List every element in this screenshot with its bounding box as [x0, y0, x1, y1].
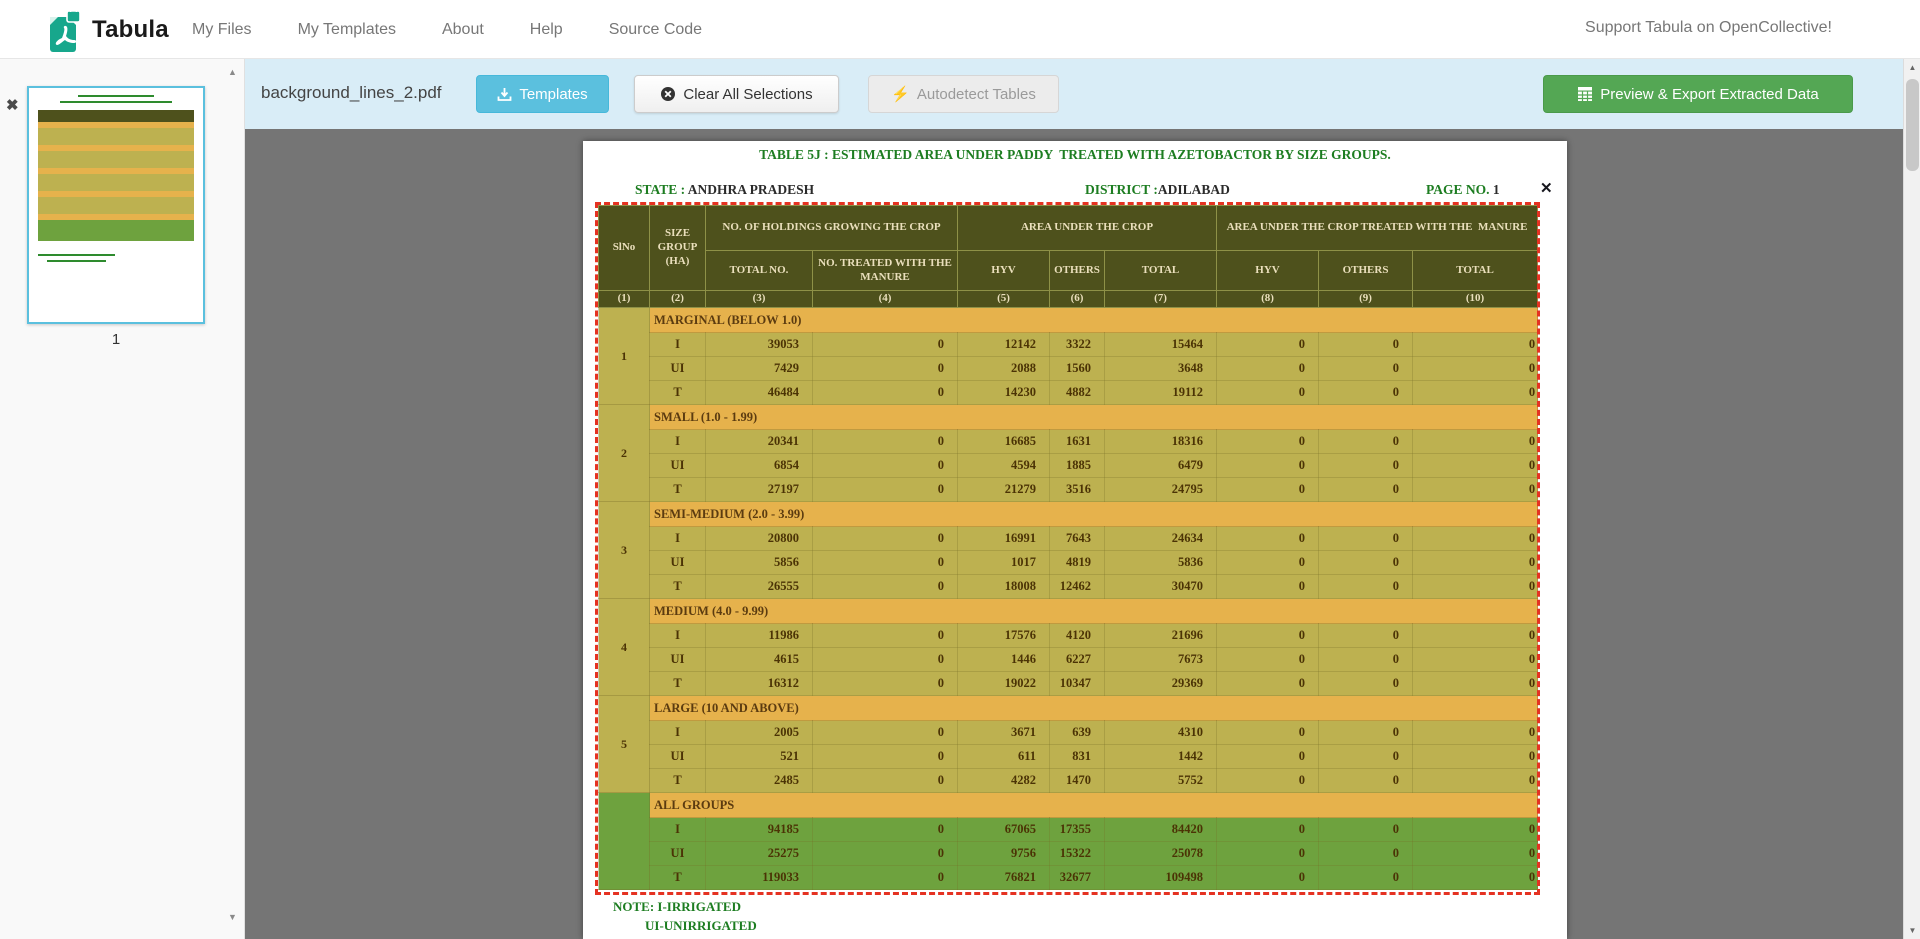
selection-close-icon[interactable]: ✕	[1540, 179, 1553, 198]
note-line-1: NOTE: I-IRRIGATED	[613, 899, 757, 915]
district-field: DISTRICT :ADILABAD	[1085, 182, 1230, 198]
clear-button-label: Clear All Selections	[683, 86, 812, 103]
nav-item-my-templates[interactable]: My Templates	[298, 21, 396, 39]
nav-item-my-files[interactable]: My Files	[192, 21, 252, 39]
page-number-field: PAGE NO. 1	[1426, 182, 1500, 198]
thumbnail-title-line	[78, 95, 155, 97]
thumbnail-table-preview	[38, 110, 194, 244]
nav-item-source-code[interactable]: Source Code	[609, 21, 702, 39]
pdf-table-title: TABLE 5J : ESTIMATED AREA UNDER PADDY TR…	[583, 147, 1567, 163]
nav-item-help[interactable]: Help	[530, 21, 563, 39]
table-selection-overlay[interactable]	[595, 202, 1540, 895]
state-field: STATE : ANDHRA PRADESH	[635, 182, 814, 198]
thumbnail-note-line	[47, 260, 106, 262]
toolbar: background_lines_2.pdf Templates Clear A…	[245, 59, 1903, 129]
templates-button[interactable]: Templates	[476, 75, 609, 113]
pdf-page[interactable]: TABLE 5J : ESTIMATED AREA UNDER PADDY TR…	[583, 141, 1567, 939]
page-thumbnail[interactable]	[27, 86, 205, 324]
brand-title[interactable]: Tabula	[92, 16, 169, 44]
export-button-label: Preview & Export Extracted Data	[1600, 86, 1818, 103]
tabula-logo-icon	[44, 7, 82, 53]
brand[interactable]: Tabula	[44, 7, 169, 53]
nav-item-about[interactable]: About	[442, 21, 484, 39]
clear-circle-x-icon	[660, 86, 676, 102]
table-grid-icon	[1577, 86, 1593, 102]
scroll-down-icon[interactable]: ▼	[1904, 922, 1920, 939]
thumbnail-subtitle-line	[60, 101, 171, 103]
preview-export-button[interactable]: Preview & Export Extracted Data	[1543, 75, 1853, 113]
thumbnail-page-number: 1	[27, 331, 205, 348]
sidebar-scroll-up-icon[interactable]: ▲	[228, 67, 237, 77]
lightning-icon: ⚡	[891, 85, 910, 103]
templates-save-icon	[497, 87, 512, 102]
pdf-note: NOTE: I-IRRIGATED UI-UNIRRIGATED	[613, 899, 757, 934]
sidebar-scroll-down-icon[interactable]: ▼	[228, 912, 237, 922]
autodetect-tables-button[interactable]: ⚡ Autodetect Tables	[868, 75, 1059, 113]
navbar: Tabula My Files My Templates About Help Sour…	[0, 0, 1920, 59]
note-line-2: UI-UNIRRIGATED	[645, 918, 757, 934]
support-link[interactable]: Support Tabula on OpenCollective!	[1585, 19, 1832, 37]
templates-button-label: Templates	[519, 86, 587, 103]
document-filename: background_lines_2.pdf	[261, 83, 442, 103]
scroll-up-icon[interactable]: ▲	[1904, 59, 1920, 76]
autodetect-button-label: Autodetect Tables	[917, 86, 1036, 103]
main-nav: My Files My Templates About Help Source Code	[192, 0, 702, 59]
thumbnail-close-icon[interactable]: ✖	[6, 96, 19, 114]
thumbnail-sidebar: ✖ 1 ▲ ▼	[0, 59, 245, 939]
scrollbar-thumb[interactable]	[1906, 79, 1919, 171]
pdf-viewer-area: TABLE 5J : ESTIMATED AREA UNDER PADDY TR…	[245, 129, 1903, 939]
thumbnail-note-line	[38, 254, 115, 256]
clear-all-selections-button[interactable]: Clear All Selections	[634, 75, 839, 113]
main-scrollbar[interactable]: ▲ ▼	[1903, 59, 1920, 939]
